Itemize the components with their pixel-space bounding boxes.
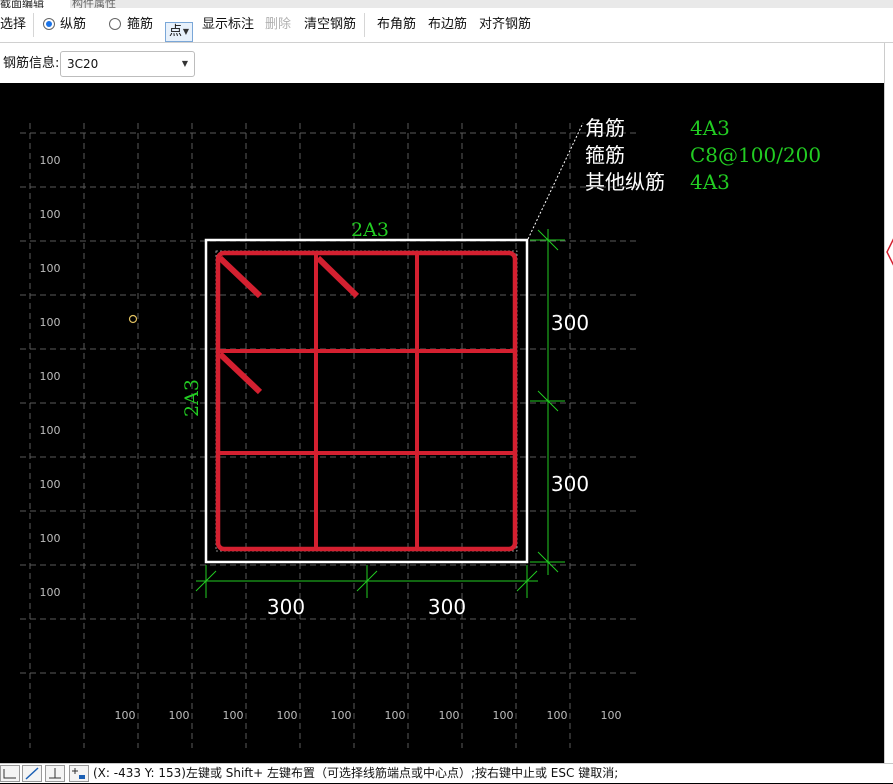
panel-marker-icon: [886, 238, 893, 266]
cover-line: [215, 250, 518, 552]
point-mode-value: 点: [169, 24, 183, 39]
grid-label-bottom: 100: [601, 709, 622, 722]
radio-longitudinal-label[interactable]: 纵筋: [60, 8, 86, 42]
toolbar-separator: [33, 13, 34, 37]
legend-name-stirrup: 箍筋: [585, 143, 625, 167]
rebar-info-select[interactable]: 3C20 ▼: [60, 51, 195, 77]
grid-label-left: 100: [40, 478, 61, 491]
rebar-info-value: 3C20: [67, 57, 99, 71]
grid-label-bottom: 100: [115, 709, 136, 722]
grid-label-bottom: 100: [493, 709, 514, 722]
legend-value-corner: 4A3: [690, 116, 730, 140]
right-side-panel[interactable]: [884, 43, 893, 763]
cursor-marker-icon: [128, 314, 138, 324]
rebar-legend: 角筋 4A3 箍筋 C8@100/200 其他纵筋 4A3: [585, 116, 821, 194]
grid-label-bottom: 100: [223, 709, 244, 722]
align-rebar-button[interactable]: 对齐钢筋: [479, 8, 531, 42]
radio-longitudinal-icon[interactable]: [43, 18, 55, 30]
ortho-mode-icon[interactable]: [0, 765, 20, 782]
top-side-label: 2A3: [351, 219, 389, 241]
status-bar: (X: -433 Y: 153)左键或 Shift+ 左键布置（可选择线筋端点或…: [0, 763, 893, 783]
grid-label-bottom: 100: [277, 709, 298, 722]
grid-label-left: 100: [40, 370, 61, 383]
grid-label-bottom: 100: [385, 709, 406, 722]
rebar-info-bar: 钢筋信息: 3C20 ▼: [0, 43, 884, 83]
side-rebar-button[interactable]: 布边筋: [428, 8, 467, 42]
dimension-right[interactable]: [530, 229, 565, 575]
legend-name-corner: 角筋: [585, 116, 625, 140]
chevron-down-icon: ▼: [182, 27, 189, 36]
grid-label-left: 100: [40, 316, 61, 329]
legend-value-other: 4A3: [690, 170, 730, 194]
radio-stirrup-icon[interactable]: [109, 18, 121, 30]
dim-right-upper: 300: [551, 311, 589, 335]
tab-component-props[interactable]: 构件属性: [72, 0, 132, 8]
toolbar-separator: [364, 13, 365, 37]
grid-label-bottom: 100: [547, 709, 568, 722]
grid-label-bottom: 100: [169, 709, 190, 722]
leader-line: [527, 122, 584, 240]
delete-button[interactable]: 删除: [265, 8, 291, 42]
grid-label-left: 100: [40, 154, 61, 167]
dim-right-lower: 300: [551, 472, 589, 496]
rebar-info-label: 钢筋信息:: [3, 56, 60, 71]
status-text: (X: -433 Y: 153)左键或 Shift+ 左键布置（可选择线筋端点或…: [93, 766, 619, 780]
grid-label-left: 100: [40, 208, 61, 221]
left-side-label: 2A3: [181, 379, 203, 417]
grid-label-left: 100: [40, 424, 61, 437]
grid-label-left: 100: [40, 262, 61, 275]
corner-rebar-button[interactable]: 布角筋: [377, 8, 416, 42]
drawing-canvas[interactable]: 100 100 100 100 100 100 100 100 100 100 100 100 100 1…: [0, 83, 884, 763]
perpendicular-mode-icon[interactable]: [45, 765, 65, 782]
stirrup-rebar[interactable]: [215, 250, 518, 552]
point-mode-dropdown[interactable]: 点 ▼: [165, 22, 193, 42]
select-button[interactable]: 选择: [0, 8, 26, 42]
tab-section-edit[interactable]: 截面编辑: [0, 0, 70, 8]
line-mode-icon[interactable]: [22, 765, 42, 782]
radio-stirrup-label[interactable]: 箍筋: [127, 8, 153, 42]
clear-rebar-button[interactable]: 清空钢筋: [304, 8, 356, 42]
legend-name-other: 其他纵筋: [585, 170, 665, 194]
snap-plus-icon[interactable]: [69, 765, 89, 782]
grid-lines: [20, 123, 640, 748]
legend-value-stirrup: C8@100/200: [690, 143, 821, 167]
chevron-down-icon: ▼: [181, 59, 188, 68]
grid-label-left: 100: [40, 532, 61, 545]
dim-bottom-left: 300: [267, 595, 305, 619]
grid-label-left: 100: [40, 586, 61, 599]
grid-label-bottom: 100: [331, 709, 352, 722]
dimension-bottom[interactable]: [195, 565, 538, 598]
dim-bottom-right: 300: [428, 595, 466, 619]
grid-label-bottom: 100: [439, 709, 460, 722]
show-dimension-button[interactable]: 显示标注: [202, 8, 254, 42]
toolbar: 选择 纵筋 箍筋 点 ▼ 显示标注 删除 清空钢筋 布角筋 布边筋 对齐钢筋: [0, 8, 893, 43]
rebar-hooks[interactable]: [217, 255, 360, 395]
